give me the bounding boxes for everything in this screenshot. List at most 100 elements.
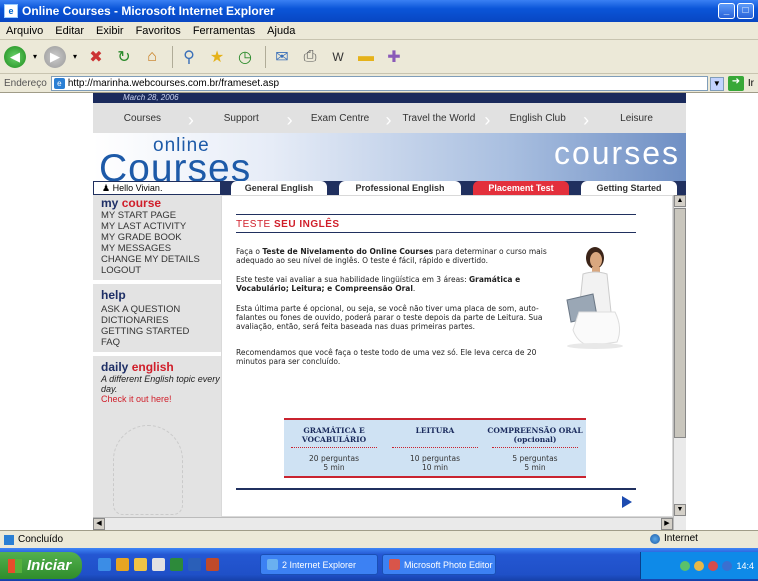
- quicklaunch-powerpoint-icon[interactable]: [206, 558, 219, 571]
- link-my-grade-book[interactable]: MY GRADE BOOK: [93, 232, 221, 243]
- link-my-last-activity[interactable]: MY LAST ACTIVITY: [93, 221, 221, 232]
- window-titlebar[interactable]: e Online Courses - Microsoft Internet Ex…: [0, 0, 758, 22]
- address-dropdown-icon[interactable]: ▼: [709, 76, 724, 91]
- menu-ferramentas[interactable]: Ferramentas: [187, 25, 261, 37]
- taskbar: Iniciar 2 Internet Explorer Microsoft Ph…: [0, 548, 758, 581]
- title-bottom-rule: [236, 232, 636, 233]
- start-label: Iniciar: [27, 557, 72, 574]
- nav-leisure[interactable]: Leisure: [583, 110, 686, 131]
- next-arrow-icon[interactable]: [622, 496, 632, 508]
- zone-text: Internet: [664, 533, 698, 544]
- link-logout[interactable]: LOGOUT: [93, 265, 221, 276]
- link-ask-a-question[interactable]: ASK A QUESTION: [93, 304, 221, 315]
- back-dropdown-icon[interactable]: ▾: [30, 45, 40, 69]
- favorites-star-icon[interactable]: ★: [205, 45, 229, 69]
- minimize-button[interactable]: _: [718, 3, 735, 19]
- tray-media-icon[interactable]: [722, 560, 733, 571]
- main-content: TESTE SEU INGLÊS Faça o Teste de Nivelam…: [221, 195, 673, 517]
- forward-dropdown-icon[interactable]: ▾: [70, 45, 80, 69]
- scroll-left-icon[interactable]: ◀: [93, 518, 105, 530]
- p2-c: .: [412, 284, 416, 293]
- scroll-up-icon[interactable]: ▲: [674, 195, 686, 207]
- horizontal-scrollbar[interactable]: ◀ ▶: [93, 517, 673, 530]
- address-input[interactable]: e http://marinha.webcourses.com.br/frame…: [50, 76, 708, 91]
- menu-editar[interactable]: Editar: [49, 25, 90, 37]
- folder-icon[interactable]: ▬: [354, 45, 378, 69]
- clock[interactable]: 14:4: [736, 561, 754, 571]
- maximize-button[interactable]: □: [737, 3, 754, 19]
- task-photo-editor[interactable]: Microsoft Photo Editor: [382, 554, 496, 575]
- content-bottom-rule: [236, 488, 636, 490]
- back-icon[interactable]: ◀: [4, 45, 26, 68]
- quicklaunch-ie-icon[interactable]: [98, 558, 111, 571]
- p1-b: Teste de Nivelamento do Online Courses: [262, 247, 434, 256]
- tray-antivirus-icon[interactable]: [708, 560, 719, 571]
- nav-courses[interactable]: Courses: [93, 113, 192, 124]
- quicklaunch-firefox-icon[interactable]: [116, 558, 129, 571]
- tab-placement-test[interactable]: Placement Test: [473, 181, 569, 195]
- vertical-scrollbar[interactable]: ▲ ▼: [673, 195, 686, 530]
- toolbar: ◀ ▾ ▶ ▾ ✖ ↻ ⌂ ⚲ ★ ◷ ✉ ⎙ W ▬ ✚: [0, 40, 758, 74]
- scroll-right-icon[interactable]: ▶: [661, 518, 673, 530]
- my-course-title: my: [101, 196, 119, 210]
- link-my-start-page[interactable]: MY START PAGE: [93, 210, 221, 221]
- nav-english-club[interactable]: English Club: [484, 110, 587, 131]
- refresh-icon[interactable]: ↻: [112, 45, 136, 69]
- tray-network-icon[interactable]: [680, 560, 691, 571]
- p2-a: Este teste vai avaliar a sua habilidade …: [236, 275, 470, 284]
- menu-exibir[interactable]: Exibir: [90, 25, 130, 37]
- scroll-down-icon[interactable]: ▼: [674, 504, 686, 516]
- daily-description: A different English topic every day.: [101, 374, 220, 394]
- my-course-accent: course: [121, 196, 162, 210]
- scroll-thumb[interactable]: [674, 208, 686, 438]
- nav-exam-centre[interactable]: Exam Centre: [287, 110, 390, 131]
- go-button-label[interactable]: Ir: [744, 78, 758, 89]
- menu-arquivo[interactable]: Arquivo: [0, 25, 49, 37]
- forward-icon[interactable]: ▶: [44, 45, 66, 68]
- menu-ajuda[interactable]: Ajuda: [261, 25, 301, 37]
- task-photo-label: Microsoft Photo Editor: [404, 559, 493, 570]
- menu-favoritos[interactable]: Favoritos: [130, 25, 187, 37]
- window-title: Online Courses - Microsoft Internet Expl…: [22, 4, 275, 18]
- link-getting-started[interactable]: GETTING STARTED: [93, 326, 221, 337]
- edit-word-icon[interactable]: W: [326, 45, 350, 69]
- header-courses-wordmark: courses: [553, 135, 680, 171]
- link-change-my-details[interactable]: CHANGE MY DETAILS: [93, 254, 221, 265]
- address-url: http://marinha.webcourses.com.br/framese…: [67, 78, 280, 89]
- daily-accent: english: [131, 360, 174, 374]
- nav-support[interactable]: Support: [188, 110, 291, 131]
- task-ie-label: 2 Internet Explorer: [282, 559, 357, 570]
- tab-getting-started[interactable]: Getting Started: [581, 181, 677, 195]
- link-faq[interactable]: FAQ: [93, 337, 221, 348]
- mail-icon[interactable]: ✉: [270, 45, 294, 69]
- tray-volume-icon[interactable]: [694, 560, 705, 571]
- tab-general-english[interactable]: General English: [231, 181, 327, 195]
- title-bold: SEU INGLÊS: [274, 219, 340, 230]
- link-my-messages[interactable]: MY MESSAGES: [93, 243, 221, 254]
- nav-travel-the-world[interactable]: Travel the World: [385, 110, 488, 131]
- site-header: online Courses courses: [93, 133, 686, 190]
- task-internet-explorer[interactable]: 2 Internet Explorer: [260, 554, 378, 575]
- quicklaunch-word-icon[interactable]: [188, 558, 201, 571]
- page-icon: e: [53, 78, 65, 89]
- windows-flag-icon: [8, 558, 22, 573]
- start-button[interactable]: Iniciar: [0, 552, 82, 579]
- messenger-icon[interactable]: ✚: [382, 45, 406, 69]
- print-icon[interactable]: ⎙: [298, 45, 322, 69]
- link-dictionaries[interactable]: DICTIONARIES: [93, 315, 221, 326]
- home-icon[interactable]: ⌂: [140, 45, 164, 69]
- ie-task-icon: [267, 559, 278, 570]
- search-icon[interactable]: ⚲: [177, 45, 201, 69]
- history-icon[interactable]: ◷: [233, 45, 257, 69]
- tab-professional-english[interactable]: Professional English: [339, 181, 461, 195]
- table-header-reading: LEITURA: [415, 426, 455, 435]
- stop-icon[interactable]: ✖: [84, 45, 108, 69]
- quicklaunch-notepad-icon[interactable]: [152, 558, 165, 571]
- go-icon[interactable]: ➜: [727, 76, 744, 91]
- woman-with-laptop-image: [566, 247, 623, 349]
- sidebar-divider: [93, 352, 221, 356]
- browser-viewport: March 28, 2006 Courses Support Exam Cent…: [0, 93, 758, 530]
- daily-link[interactable]: Check it out here!: [93, 394, 221, 404]
- quicklaunch-excel-icon[interactable]: [170, 558, 183, 571]
- quicklaunch-folder-icon[interactable]: [134, 558, 147, 571]
